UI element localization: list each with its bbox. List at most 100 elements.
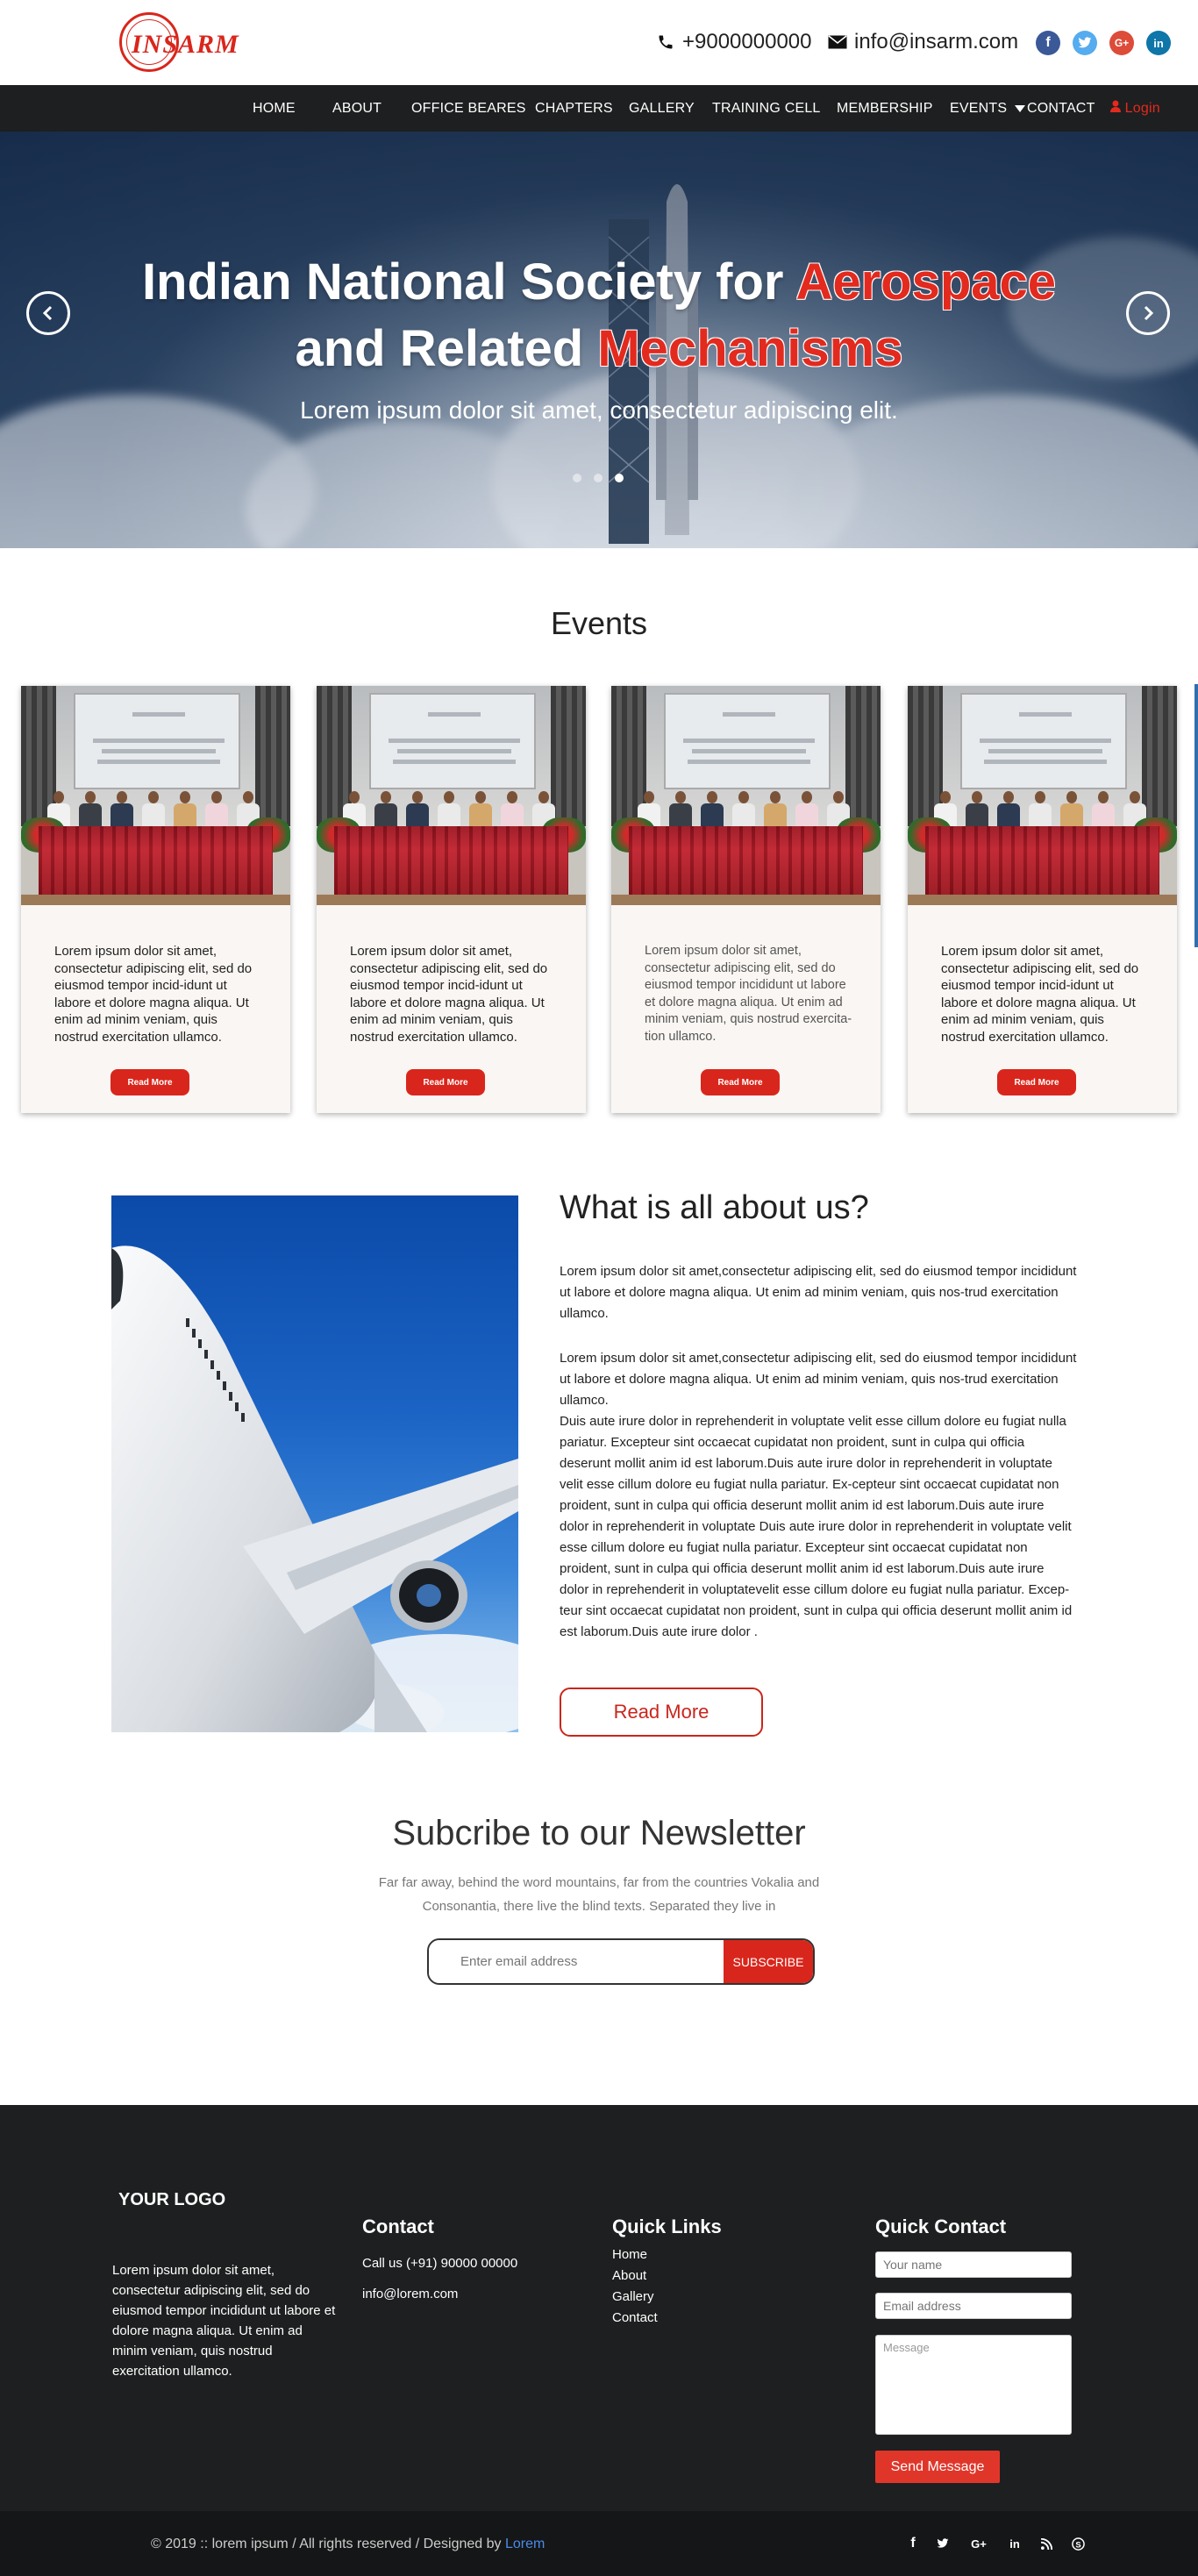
envelope-icon [828,32,847,52]
photo-detail [984,760,1107,764]
event-photo[interactable] [317,686,586,905]
footer-link-gallery[interactable]: Gallery [612,2289,654,2304]
event-card-text: Lorem ipsum dolor sit amet, consectetur … [941,944,1139,1045]
photo-detail [538,791,549,803]
event-photo[interactable] [21,686,290,905]
footer-name-input[interactable] [875,2251,1072,2278]
send-message-button[interactable]: Send Message [875,2451,1000,2483]
photo-detail [683,739,815,743]
event-card-text: Lorem ipsum dolor sit amet, consectetur … [350,944,548,1045]
photo-detail [389,739,520,743]
slider-next-button[interactable] [1126,291,1170,335]
photo-detail [180,791,190,803]
photo-detail [21,895,290,905]
designer-link[interactable]: Lorem [505,2537,545,2551]
photo-detail [444,791,454,803]
footer-about-text: Lorem ipsum dolor sit amet, consectetur … [112,2263,336,2379]
photo-detail [369,693,536,789]
footer-link-contact[interactable]: Contact [612,2310,658,2325]
event-read-more-button[interactable]: Read More [701,1069,780,1095]
slider-dot-active[interactable] [615,474,624,482]
footer-email-input[interactable] [875,2293,1072,2319]
event-photo[interactable] [611,686,881,905]
photo-detail [770,791,781,803]
event-card-text: Lorem ipsum dolor sit amet, consectetur … [645,944,852,1044]
subscribe-button[interactable]: SUBSCRIBE [724,1940,813,1983]
rss-icon[interactable] [1036,2533,1057,2554]
skype-icon[interactable]: S [1067,2533,1088,2554]
slider-dot[interactable] [573,474,581,482]
photo-detail [688,760,810,764]
photo-detail [1003,791,1014,803]
login-label: Login [1124,101,1160,116]
about-paragraph-3: Duis aute irure dolor in reprehenderit i… [560,1414,1073,1639]
photo-detail [93,739,225,743]
event-card: Lorem ipsum dolor sit amet, consectetur … [611,686,881,1113]
nav-home[interactable]: HOME [253,85,296,132]
hero-title-text: and Related [295,320,584,377]
main-nav: HOME ABOUT OFFICE BEARES CHAPTERS GALLER… [0,85,1198,132]
event-read-more-button[interactable]: Read More [406,1069,485,1095]
photo-detail [675,791,686,803]
event-read-more-button[interactable]: Read More [111,1069,189,1095]
newsletter-form: SUBSCRIBE [427,1938,815,1985]
photo-detail [960,693,1127,789]
hero-slider: Indian National Society for Aerospace an… [0,132,1198,548]
photo-detail [707,791,717,803]
photo-detail [53,791,64,803]
photo-detail [412,791,423,803]
event-read-more-button[interactable]: Read More [997,1069,1076,1095]
site-logo[interactable]: INSARM [116,9,239,75]
slider-dot[interactable] [594,474,603,482]
user-icon [1110,85,1121,132]
event-card: Lorem ipsum dolor sit amet, consectetur … [21,686,290,1113]
footer-contact-email[interactable]: info@lorem.com [362,2287,458,2301]
photo-detail [349,791,360,803]
facebook-icon[interactable]: f [902,2533,923,2554]
header-email[interactable]: info@insarm.com [828,30,1018,54]
footer-logo[interactable]: YOUR LOGO [118,2190,225,2210]
facebook-icon[interactable]: f [1036,31,1060,55]
nav-about[interactable]: ABOUT [332,85,382,132]
hero-title-line1: Indian National Society for Aerospace [0,253,1198,311]
nav-gallery[interactable]: GALLERY [629,85,695,132]
slider-prev-button[interactable] [26,291,70,335]
photo-detail [117,791,127,803]
caret-down-icon [1014,104,1025,112]
nav-membership[interactable]: MEMBERSHIP [837,85,933,132]
linkedin-icon[interactable]: in [1146,31,1171,55]
photo-detail [148,791,159,803]
copyright: © 2019 :: lorem ipsum / All rights reser… [151,2537,545,2552]
twitter-icon[interactable] [932,2533,953,2554]
footer-link-about[interactable]: About [612,2268,646,2283]
message-placeholder: Message [883,2341,930,2354]
nav-office-beares[interactable]: OFFICE BEARES [411,85,526,132]
about-paragraph-2: Lorem ipsum dolor sit amet,consectetur a… [560,1351,1077,1408]
nav-training-cell[interactable]: TRAINING CELL [712,85,821,132]
header-phone[interactable]: +9000000000 [656,30,812,54]
twitter-icon[interactable] [1073,31,1097,55]
photo-detail [940,791,951,803]
linkedin-icon[interactable]: in [1004,2533,1025,2554]
email-address: info@insarm.com [854,30,1019,54]
nav-chapters[interactable]: CHAPTERS [535,85,613,132]
newsletter-email-input[interactable] [429,1940,724,1983]
nav-events[interactable]: EVENTS [950,85,1025,132]
nav-contact[interactable]: CONTACT [1027,85,1095,132]
photo-detail [972,791,982,803]
nav-login[interactable]: Login [1110,85,1160,132]
newsletter-title: Subcribe to our Newsletter [392,1814,806,1852]
footer-message-textarea[interactable]: Message [875,2335,1072,2435]
about-read-more-button[interactable]: Read More [560,1688,763,1737]
google-plus-icon[interactable]: G+ [1109,31,1134,55]
footer-contact-phone: Call us (+91) 90000 00000 [362,2256,518,2271]
chevron-left-icon [42,305,53,321]
photo-detail [39,826,273,905]
photo-detail [397,749,511,753]
about-title: What is all about us? [560,1189,869,1226]
google-plus-icon[interactable]: G+ [968,2533,989,2554]
photo-detail [428,712,481,717]
photo-detail [980,739,1111,743]
footer-link-home[interactable]: Home [612,2247,647,2262]
event-photo[interactable] [908,686,1177,905]
